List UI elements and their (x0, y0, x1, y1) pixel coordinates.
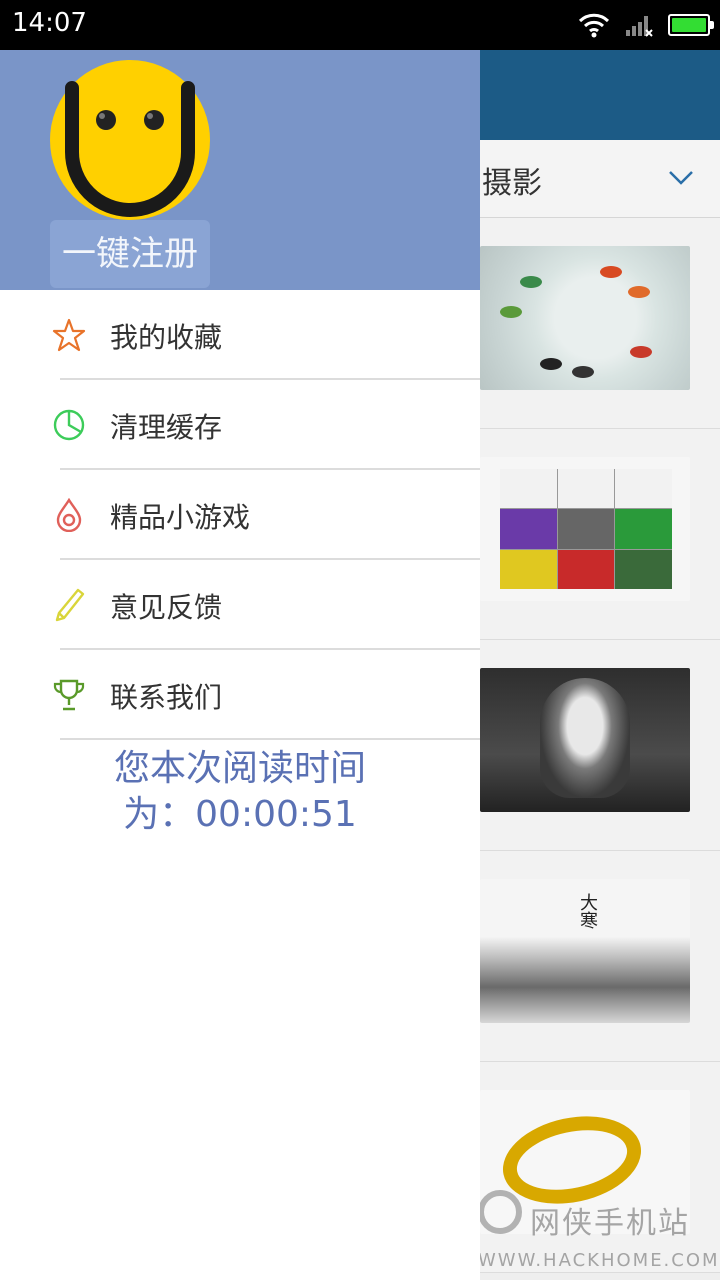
battery-icon (668, 14, 714, 36)
watermark-cn: 网侠手机站 (530, 1206, 690, 1241)
drawer-menu: 我的收藏 清理缓存 精品小游戏 意见反馈 联系我们 (0, 290, 480, 740)
thumbnail-caption: 大寒 (577, 893, 598, 929)
menu-label: 清理缓存 (110, 411, 223, 444)
star-icon (52, 318, 86, 352)
register-button[interactable]: 一键注册 (50, 220, 210, 288)
pie-chart-icon (53, 409, 85, 441)
watermark-en: WWW.HACKHOME.COM (478, 1250, 720, 1271)
reading-time-line1: 您本次阅读时间 (113, 748, 366, 789)
drop-icon (56, 498, 82, 532)
menu-label: 联系我们 (110, 681, 223, 714)
reading-time-line2: 为：00:00:51 (123, 794, 357, 835)
color-grid-thumbnail[interactable] (480, 457, 690, 601)
trophy-icon (53, 679, 85, 711)
portrait-thumbnail[interactable] (480, 668, 690, 812)
feed-item[interactable] (480, 218, 720, 429)
koi-painting-thumbnail[interactable] (480, 246, 690, 390)
category-label[interactable]: 摄影 (482, 158, 542, 202)
chevron-down-icon[interactable] (668, 164, 694, 190)
menu-item-mini-games[interactable]: 精品小游戏 (0, 470, 480, 560)
navigation-drawer: 一键注册 我的收藏 清理缓存 精品小游戏 意见反馈 联系我们 您本次阅读时间 为… (0, 50, 480, 1280)
divider (60, 738, 480, 740)
menu-label: 精品小游戏 (110, 501, 251, 534)
menu-item-contact-us[interactable]: 联系我们 (0, 650, 480, 740)
wifi-icon (578, 13, 610, 38)
winter-landscape-thumbnail[interactable]: 大寒 (480, 879, 690, 1023)
menu-item-feedback[interactable]: 意见反馈 (0, 560, 480, 650)
reading-time: 您本次阅读时间 为：00:00:51 (0, 746, 480, 838)
status-time: 14:07 (12, 8, 87, 38)
status-bar: 14:07 (0, 0, 720, 50)
signal-icon (626, 16, 653, 37)
feed-list: 大寒 (480, 218, 720, 1273)
drawer-header: 一键注册 (0, 50, 480, 290)
feed-item[interactable] (480, 640, 720, 851)
menu-label: 意见反馈 (110, 591, 223, 624)
watermark-logo-icon (478, 1190, 522, 1234)
menu-item-favorites[interactable]: 我的收藏 (0, 290, 480, 380)
menu-label: 我的收藏 (110, 321, 223, 354)
menu-item-clear-cache[interactable]: 清理缓存 (0, 380, 480, 470)
feed-item[interactable] (480, 429, 720, 640)
pencil-icon (55, 588, 85, 622)
feed-item[interactable]: 大寒 (480, 851, 720, 1062)
avatar-smiley-icon[interactable] (50, 60, 210, 220)
